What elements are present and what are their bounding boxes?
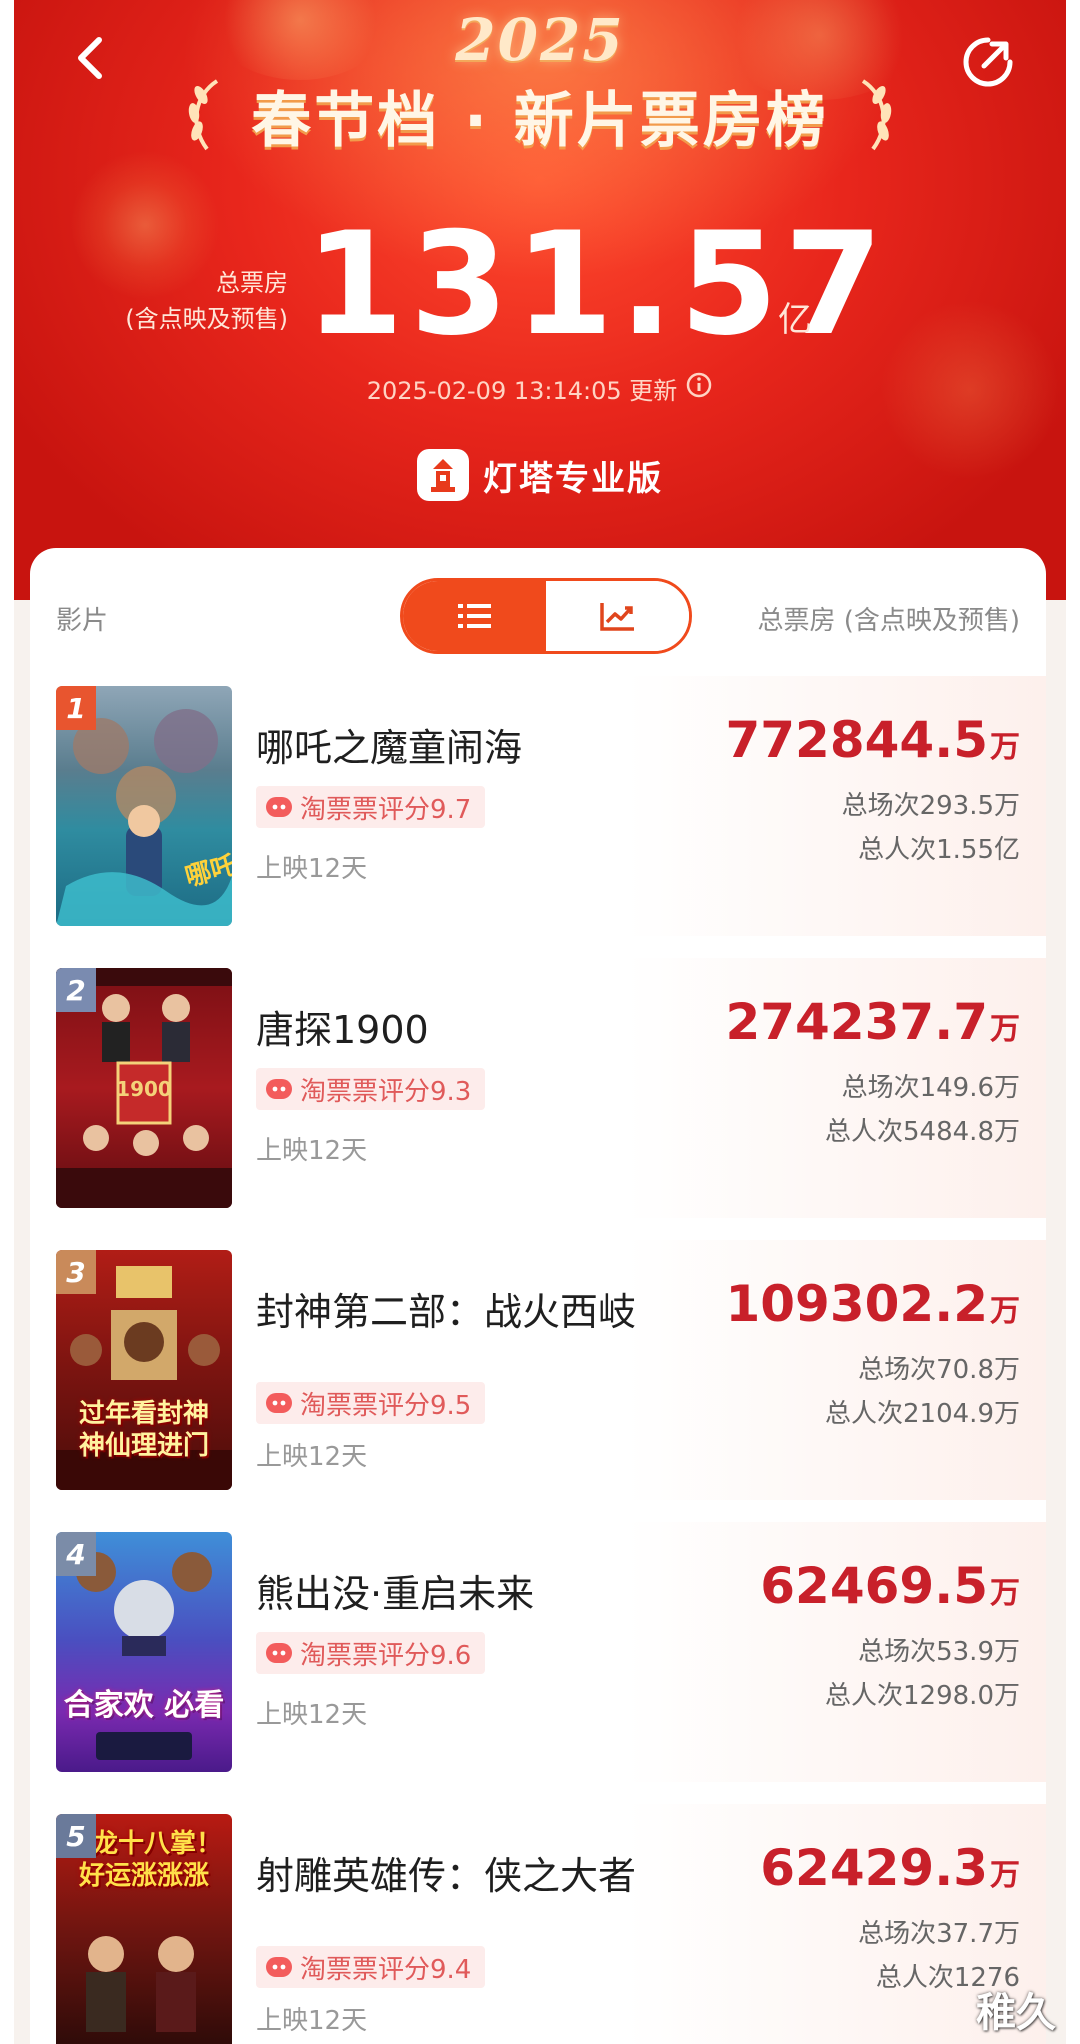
movie-poster[interactable]: 2 1900: [56, 968, 232, 1208]
poster-caption: 过年看封神 神仙理进门: [78, 1399, 209, 1461]
brand: 灯塔专业版: [0, 445, 1080, 505]
laurel-left-icon: [188, 79, 219, 151]
view-toggle: [400, 578, 692, 654]
right-edge: [1066, 0, 1080, 2044]
chevron-left-icon: [78, 37, 102, 79]
update-time: 2025-02-09 13:14:05 更新: [0, 368, 1080, 408]
taopiaopiao-icon: [266, 1393, 292, 1413]
poster-caption: 合家欢 必看: [63, 1688, 225, 1723]
admissions: 总人次5484.8万: [825, 1117, 1020, 1147]
screenings: 总场次70.8万: [858, 1355, 1020, 1385]
rating-badge: 淘票票评分9.6: [256, 1632, 486, 1674]
lighthouse-logo-icon: [417, 449, 469, 501]
share-icon: [963, 37, 1013, 87]
total-unit: 亿: [778, 300, 812, 340]
ranking-card: 影片 总票房 (含点映及预售) 1 哪吒 哪吒之魔童闹海 淘票票评分9.7 上映…: [30, 548, 1046, 2044]
info-icon[interactable]: [685, 371, 713, 405]
title-row: 春节档 · 新片票房榜: [0, 70, 1080, 160]
rank-badge: 3: [56, 1250, 96, 1294]
film-column-header: 影片: [56, 606, 109, 636]
header-banner: 2025 春节档 · 新片票房榜 总票房 (含点映及预售) 131.57 亿 2…: [0, 0, 1080, 600]
admissions: 总人次1298.0万: [825, 1681, 1020, 1711]
total-label: 总票房 (含点映及预售): [125, 269, 288, 333]
page-title: 春节档 · 新片票房榜: [251, 85, 829, 156]
screenings: 总场次149.6万: [841, 1073, 1020, 1103]
brand-name: 灯塔专业版: [483, 458, 663, 499]
taopiaopiao-icon: [266, 1643, 292, 1663]
release-days: 上映12天: [256, 2006, 368, 2036]
rating-badge: 淘票票评分9.3: [256, 1068, 486, 1110]
taopiaopiao-icon: [266, 797, 292, 817]
movie-row[interactable]: 4 合家欢 必看 熊出没·重启未来 淘票票评分9.6 上映12天 62469.5…: [30, 1522, 1046, 1782]
release-days: 上映12天: [256, 1136, 368, 1166]
taopiaopiao-icon: [266, 1079, 292, 1099]
list-icon: [457, 604, 491, 628]
gross-value: 772844.5万: [725, 711, 1020, 769]
gross-value: 62469.5万: [760, 1557, 1020, 1615]
laurel-right-icon: [861, 79, 892, 151]
taopiaopiao-icon: [266, 1957, 292, 1977]
screenings: 总场次53.9万: [858, 1637, 1020, 1667]
release-days: 上映12天: [256, 854, 368, 884]
chart-view-button[interactable]: [546, 581, 689, 651]
movie-poster[interactable]: 5 降龙十八掌！好运涨涨涨: [56, 1814, 232, 2044]
svg-text:哪吒: 哪吒: [182, 850, 232, 892]
movie-row[interactable]: 5 降龙十八掌！好运涨涨涨 射雕英雄传：侠之大者 淘票票评分9.4 上映12天 …: [30, 1804, 1046, 2044]
back-button[interactable]: [60, 28, 120, 88]
admissions: 总人次2104.9万: [825, 1399, 1020, 1429]
gross-value: 109302.2万: [725, 1275, 1020, 1333]
rating-badge: 淘票票评分9.5: [256, 1382, 486, 1424]
gross-value: 274237.7万: [725, 993, 1020, 1051]
rank-badge: 1: [56, 686, 96, 730]
total-column-header: 总票房 (含点映及预售): [757, 606, 1020, 636]
film-title[interactable]: 唐探1900: [256, 1002, 676, 1058]
rank-badge: 2: [56, 968, 96, 1012]
admissions: 总人次1.55亿: [858, 835, 1020, 865]
table-header: 影片 总票房 (含点映及预售): [30, 548, 1046, 658]
film-title[interactable]: 哪吒之魔童闹海: [256, 720, 676, 776]
rank-badge: 5: [56, 1814, 96, 1858]
chart-icon: [599, 603, 634, 631]
rank-badge: 4: [56, 1532, 96, 1576]
list-view-button[interactable]: [403, 581, 546, 651]
gross-value: 62429.3万: [760, 1839, 1020, 1897]
film-title[interactable]: 射雕英雄传：侠之大者: [256, 1848, 676, 1904]
screenings: 总场次293.5万: [841, 791, 1020, 821]
year-badge: 2025: [455, 6, 625, 74]
release-days: 上映12天: [256, 1700, 368, 1730]
svg-text:1900: 1900: [116, 1077, 172, 1101]
page: 2025 春节档 · 新片票房榜 总票房 (含点映及预售) 131.57 亿 2…: [0, 0, 1080, 2044]
left-edge: [0, 0, 14, 2044]
movie-row[interactable]: 2 1900 唐探1900 淘票票评分9.3 上映12天 274237.7万 总…: [30, 958, 1046, 1218]
film-title[interactable]: 封神第二部：战火西岐: [256, 1284, 676, 1340]
movie-poster[interactable]: 4 合家欢 必看: [56, 1532, 232, 1772]
movie-poster[interactable]: 1 哪吒: [56, 686, 232, 926]
movie-poster[interactable]: 3 过年看封神 神仙理进门: [56, 1250, 232, 1490]
watermark: 稚久: [976, 1990, 1056, 2036]
movie-row[interactable]: 1 哪吒 哪吒之魔童闹海 淘票票评分9.7 上映12天 772844.5万 总场…: [30, 676, 1046, 936]
rating-badge: 淘票票评分9.4: [256, 1946, 486, 1988]
rating-badge: 淘票票评分9.7: [256, 786, 486, 828]
movie-row[interactable]: 3 过年看封神 神仙理进门 封神第二部：战火西岐 淘票票评分9.5 上映12天: [30, 1240, 1046, 1500]
share-button[interactable]: [956, 30, 1020, 94]
screenings: 总场次37.7万: [858, 1919, 1020, 1949]
release-days: 上映12天: [256, 1442, 368, 1472]
film-title[interactable]: 熊出没·重启未来: [256, 1566, 676, 1622]
total-box-office: 总票房 (含点映及预售) 131.57 亿: [0, 210, 1080, 360]
